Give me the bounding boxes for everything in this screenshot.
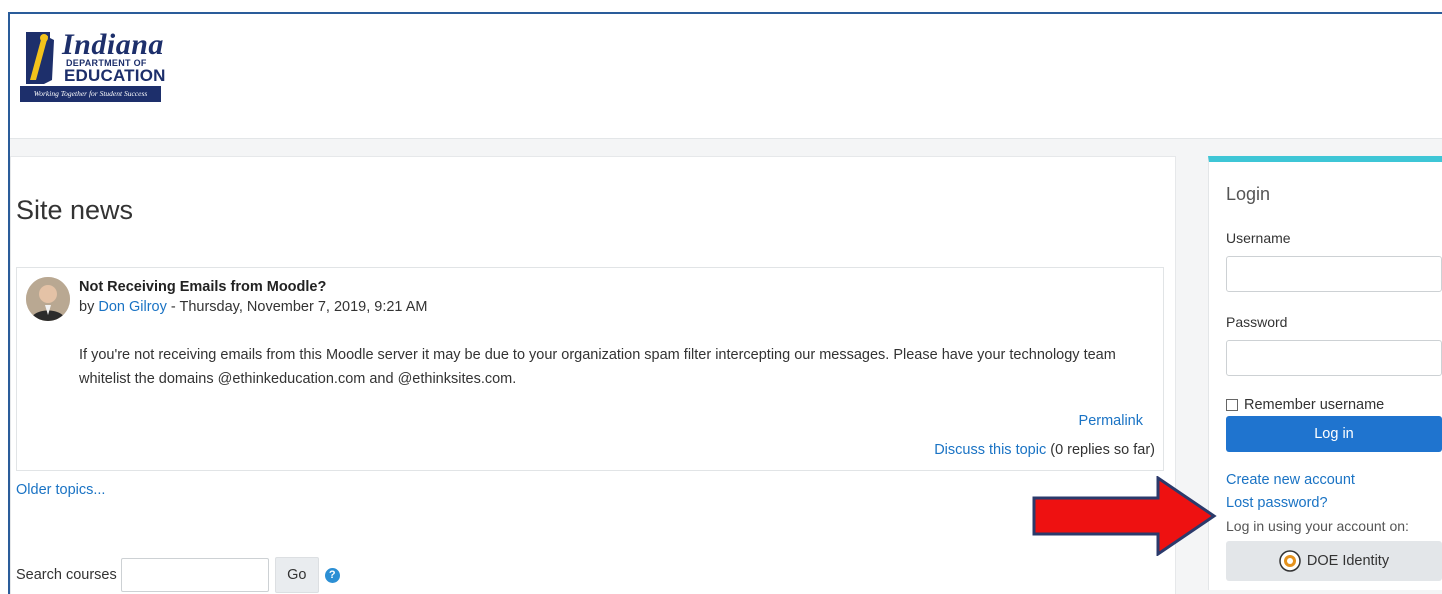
post-body: If you're not receiving emails from this… [79,347,1116,387]
login-block: Login Username Password Remember usernam… [1208,156,1442,590]
logo-education-text: EDUCATION [64,66,166,85]
password-input[interactable] [1226,340,1442,376]
question-circle-icon[interactable]: ? [324,567,340,583]
lost-password-link[interactable]: Lost password? [1226,495,1328,511]
author-link[interactable]: Don Gilroy [98,299,167,315]
site-header: Indiana DEPARTMENT OF EDUCATION Working … [10,14,1442,139]
forum-post: Not Receiving Emails from Moodle? by Don… [16,267,1164,471]
logo-tagline: Working Together for Student Success [20,86,161,102]
post-byline: by Don Gilroy - Thursday, November 7, 20… [79,299,427,315]
discussion-footer: Discuss this topic (0 replies so far) [934,442,1155,458]
author-avatar[interactable] [26,277,70,321]
doe-identity-label: DOE Identity [1306,553,1390,569]
login-button[interactable]: Log in [1226,416,1442,452]
sso-note: Log in using your account on: [1226,518,1409,534]
remember-username-label[interactable]: Remember username [1244,397,1384,413]
search-courses-input[interactable] [120,558,269,592]
remember-username-row: Remember username [1226,397,1384,413]
create-account-link[interactable]: Create new account [1226,472,1355,488]
doe-identity-button[interactable]: DOE Identity [1226,541,1442,581]
search-courses-label: Search courses [16,567,117,583]
post-title: Not Receiving Emails from Moodle? [79,279,327,295]
older-topics-link[interactable]: Older topics... [16,482,105,498]
replies-count: (0 replies so far) [1050,442,1155,458]
login-title: Login [1226,184,1271,204]
logo-script-text: Indiana [62,28,164,61]
person-avatar-icon [26,277,70,321]
browser-viewport: Indiana DEPARTMENT OF EDUCATION Working … [8,12,1442,594]
red-arrow-icon [1032,476,1217,556]
username-label: Username [1226,230,1291,246]
doe-identity-icon [1279,550,1301,572]
indiana-state-icon [26,32,54,84]
site-news-heading: Site news [16,195,134,225]
post-date: - Thursday, November 7, 2019, 9:21 AM [166,299,428,315]
permalink-link[interactable]: Permalink [1079,413,1143,429]
discuss-topic-link[interactable]: Discuss this topic [934,442,1046,458]
course-search-form: Search courses Go ? [16,557,340,593]
remember-username-checkbox[interactable] [1226,399,1238,411]
indiana-doe-logo[interactable]: Indiana DEPARTMENT OF EDUCATION Working … [20,28,166,104]
search-go-button[interactable]: Go [274,557,319,593]
password-label: Password [1226,314,1288,330]
username-input[interactable] [1226,256,1442,292]
byline-prefix: by [79,299,95,315]
site-news-region: Site news Not Receiving Emails from Mood… [10,156,1176,594]
